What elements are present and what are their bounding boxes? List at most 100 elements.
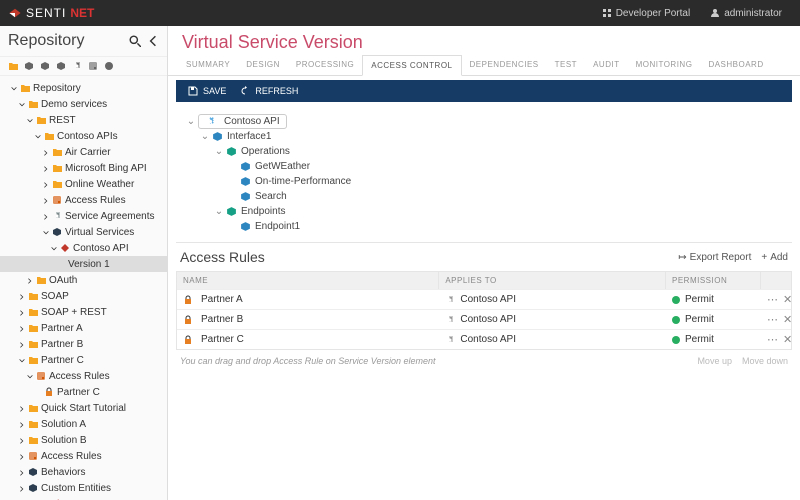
svc-node[interactable]: Search [228,189,782,204]
svc-node[interactable]: ⌄Interface1 [200,129,782,144]
tool-5-icon[interactable] [72,61,82,71]
chevron-down-icon[interactable] [10,85,18,93]
svc-node[interactable]: ⌄Endpoints [214,204,782,219]
move-up-button[interactable]: Move up [697,356,732,366]
tree-node[interactable]: Solution B [0,432,167,448]
chevron-right-icon[interactable] [18,437,26,445]
chevron-down-icon[interactable]: ⌄ [214,146,224,157]
chevron-right-icon[interactable] [18,341,26,349]
svc-node[interactable]: ⌄Operations [214,144,782,159]
add-rule-button[interactable]: + Add [761,252,788,263]
tree-node[interactable]: Partner B [0,336,167,352]
tree-node[interactable]: Behaviors [0,464,167,480]
tree-node[interactable]: Access Rules [0,368,167,384]
tree-node[interactable]: Custom Entities [0,480,167,496]
repository-tree[interactable]: RepositoryDemo servicesRESTContoso APIsA… [0,76,167,500]
col-name[interactable]: NAME [177,272,439,289]
row-delete-button[interactable]: ✕ [783,293,792,306]
tool-7-icon[interactable] [104,61,114,71]
chevron-down-icon[interactable] [18,101,26,109]
chevron-right-icon[interactable] [18,453,26,461]
chevron-right-icon[interactable] [42,181,50,189]
row-menu-button[interactable]: ⋯ [767,313,778,326]
chevron-down-icon[interactable]: ⌄ [186,116,196,127]
row-menu-button[interactable]: ⋯ [767,333,778,346]
tree-node[interactable]: Service Agreements [0,208,167,224]
tree-node[interactable]: Microsoft Bing API [0,160,167,176]
rule-row[interactable]: Partner AContoso APIPermit⋯ ✕ [177,289,791,309]
svc-node[interactable]: GetWEather [228,159,782,174]
chevron-down-icon[interactable] [50,245,58,253]
tree-node[interactable]: Contoso API [0,240,167,256]
tree-node[interactable]: Quick Start Tutorial [0,400,167,416]
chevron-right-icon[interactable] [18,325,26,333]
tool-1-icon[interactable] [8,61,18,71]
tree-node[interactable]: Virtual Services [0,224,167,240]
tree-node[interactable]: Repository [0,80,167,96]
chevron-down-icon[interactable] [42,229,50,237]
row-delete-button[interactable]: ✕ [783,333,792,346]
collapse-icon[interactable] [147,35,159,47]
tree-node[interactable]: Solution A [0,416,167,432]
tool-6-icon[interactable] [88,61,98,71]
chevron-down-icon[interactable] [26,117,34,125]
tab-audit[interactable]: AUDIT [585,55,628,75]
chevron-down-icon[interactable]: ⌄ [200,131,210,142]
tab-summary[interactable]: SUMMARY [178,55,238,75]
tab-dependencies[interactable]: DEPENDENCIES [462,55,547,75]
refresh-button[interactable]: REFRESH [240,86,298,96]
chevron-right-icon[interactable] [18,469,26,477]
chevron-right-icon[interactable] [18,309,26,317]
tree-node[interactable]: Partner A [0,320,167,336]
tab-monitoring[interactable]: MONITORING [628,55,701,75]
tool-4-icon[interactable] [56,61,66,71]
chevron-down-icon[interactable] [18,357,26,365]
tree-node[interactable]: REST [0,112,167,128]
tree-node[interactable]: Partner C [0,352,167,368]
tree-node[interactable]: Demo services [0,96,167,112]
chevron-right-icon[interactable] [42,197,50,205]
tree-node[interactable]: Partner C [0,384,167,400]
move-down-button[interactable]: Move down [742,356,788,366]
chevron-right-icon[interactable] [42,165,50,173]
chevron-right-icon[interactable] [18,485,26,493]
tree-node[interactable]: Air Carrier [0,144,167,160]
tree-node[interactable]: SOAP + REST [0,304,167,320]
rule-row[interactable]: Partner CContoso APIPermit⋯ ✕ [177,329,791,349]
service-tree[interactable]: ⌄Contoso API⌄Interface1⌄OperationsGetWEa… [176,108,792,236]
chevron-right-icon[interactable] [26,277,34,285]
svc-node[interactable]: Endpoint1 [228,219,782,234]
search-icon[interactable] [129,35,141,47]
row-delete-button[interactable]: ✕ [783,313,792,326]
chevron-right-icon[interactable] [18,421,26,429]
chevron-right-icon[interactable] [18,405,26,413]
rule-row[interactable]: Partner BContoso APIPermit⋯ ✕ [177,309,791,329]
chevron-right-icon[interactable] [18,293,26,301]
chevron-right-icon[interactable] [42,149,50,157]
tab-dashboard[interactable]: DASHBOARD [700,55,771,75]
tab-processing[interactable]: PROCESSING [288,55,362,75]
tree-node[interactable]: Access Rules [0,192,167,208]
chevron-down-icon[interactable] [26,373,34,381]
save-button[interactable]: SAVE [188,86,226,96]
tree-node[interactable]: SOAP [0,288,167,304]
col-applies[interactable]: APPLIES TO [439,272,666,289]
tool-2-icon[interactable] [24,61,34,71]
tree-node[interactable]: Version 1 [0,256,167,272]
chevron-right-icon[interactable] [42,213,50,221]
user-menu[interactable]: administrator [700,0,792,26]
export-report-button[interactable]: ↦ Export Report [678,252,751,263]
tree-node[interactable]: Online Weather [0,176,167,192]
chevron-down-icon[interactable]: ⌄ [214,206,224,217]
developer-portal-link[interactable]: Developer Portal [592,0,700,26]
tool-3-icon[interactable] [40,61,50,71]
tree-node[interactable]: Nodes [0,496,167,500]
chevron-down-icon[interactable] [34,133,42,141]
tree-node[interactable]: OAuth [0,272,167,288]
svc-node[interactable]: ⌄Contoso API [186,114,782,129]
tab-access-control[interactable]: ACCESS CONTROL [362,55,461,76]
tree-node[interactable]: Contoso APIs [0,128,167,144]
tree-node[interactable]: Access Rules [0,448,167,464]
row-menu-button[interactable]: ⋯ [767,293,778,306]
tab-design[interactable]: DESIGN [238,55,288,75]
